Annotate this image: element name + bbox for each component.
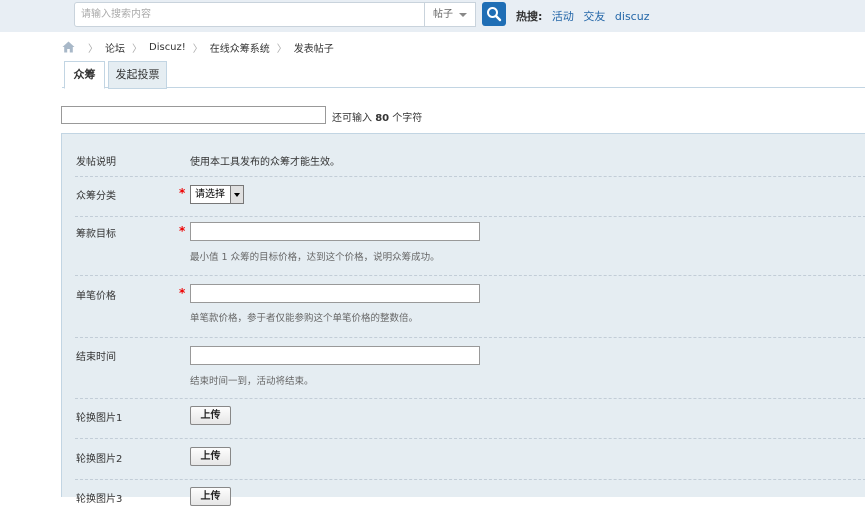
chevron-down-icon	[459, 13, 467, 17]
notice-text: 使用本工具发布的众筹才能生效。	[190, 157, 340, 168]
hot-link-discuz[interactable]: discuz	[615, 10, 650, 23]
breadcrumb-separator: 〉	[132, 43, 142, 55]
search-button[interactable]	[482, 2, 506, 26]
row-image-1: 轮换图片1 上传	[75, 399, 865, 439]
row-image-2: 轮换图片2 上传	[75, 439, 865, 480]
row-end-time: 结束时间 结束时间一到，活动将结束。	[75, 338, 865, 399]
breadcrumb-separator: 〉	[276, 43, 287, 55]
subject-hint-prefix: 还可输入	[332, 113, 372, 124]
goal-help: 最小值 1 众筹的目标价格，达到这个价格，说明众筹成功。	[190, 252, 440, 263]
goal-input[interactable]	[190, 222, 480, 241]
breadcrumb-forum[interactable]: 论坛	[105, 40, 125, 55]
home-icon[interactable]	[62, 41, 75, 53]
hot-link-activity[interactable]: 活动	[552, 10, 574, 23]
breadcrumb-current: 发表帖子	[293, 43, 334, 55]
search-box: 帖子	[74, 2, 476, 27]
image-3-label: 轮换图片3	[76, 494, 123, 505]
end-time-input[interactable]	[190, 346, 480, 365]
crowdfunding-form: 发帖说明 使用本工具发布的众筹才能生效。 众筹分类 * 请选择 筹款目标 * 最…	[61, 133, 865, 506]
unit-price-input[interactable]	[190, 284, 480, 303]
row-unit-price: 单笔价格 * 单笔款价格，参于者仅能参购这个单笔价格的整数倍。	[75, 276, 865, 338]
subject-char-hint: 还可输入 80 个字符	[332, 109, 422, 124]
search-type-label: 帖子	[433, 9, 453, 20]
image-1-upload-button[interactable]: 上传	[190, 406, 231, 425]
breadcrumb-separator: 〉	[88, 43, 98, 55]
required-mark: *	[179, 224, 186, 238]
notice-label: 发帖说明	[76, 157, 116, 168]
post-type-tabs: 众筹 发起投票	[62, 61, 865, 89]
breadcrumb-discuz[interactable]: Discuz!	[149, 42, 186, 53]
tab-crowdfunding[interactable]: 众筹	[64, 61, 105, 89]
search-icon	[487, 7, 502, 22]
hot-search-label: 热搜:	[516, 10, 543, 23]
breadcrumb-separator: 〉	[192, 43, 203, 55]
category-select[interactable]: 请选择	[190, 185, 244, 204]
row-goal: 筹款目标 * 最小值 1 众筹的目标价格，达到这个价格，说明众筹成功。	[75, 217, 865, 276]
hot-searches: 热搜: 活动 交友 discuz	[516, 8, 655, 24]
subject-hint-count: 80	[375, 113, 390, 124]
breadcrumb-crowdfunding[interactable]: 在线众筹系统	[210, 40, 270, 55]
unit-price-help: 单笔款价格，参于者仅能参购这个单笔价格的整数倍。	[190, 313, 419, 324]
required-mark: *	[179, 286, 186, 300]
category-label: 众筹分类	[76, 191, 116, 202]
subject-input[interactable]	[61, 106, 326, 124]
end-time-label: 结束时间	[76, 352, 116, 363]
tab-poll[interactable]: 发起投票	[108, 61, 167, 89]
row-image-3: 轮换图片3 上传	[75, 480, 865, 520]
end-time-help: 结束时间一到，活动将结束。	[190, 376, 314, 387]
chevron-down-icon	[230, 186, 243, 203]
image-1-label: 轮换图片1	[76, 413, 123, 424]
image-2-label: 轮换图片2	[76, 454, 123, 465]
subject-hint-suffix: 个字符	[392, 113, 423, 124]
goal-label: 筹款目标	[76, 229, 116, 240]
unit-price-label: 单笔价格	[76, 291, 116, 302]
category-selected: 请选择	[195, 189, 225, 200]
row-category: 众筹分类 * 请选择	[75, 177, 865, 217]
image-2-upload-button[interactable]: 上传	[190, 447, 231, 466]
hot-link-dating[interactable]: 交友	[583, 10, 605, 23]
top-search-bar: 帖子 热搜: 活动 交友 discuz	[0, 0, 865, 32]
breadcrumb: 〉 论坛 〉 Discuz! 〉 在线众筹系统 〉 发表帖子	[62, 40, 334, 55]
search-input[interactable]	[75, 3, 424, 26]
row-notice: 发帖说明 使用本工具发布的众筹才能生效。	[75, 134, 865, 177]
required-mark: *	[179, 186, 186, 200]
search-type-dropdown[interactable]: 帖子	[424, 3, 475, 26]
